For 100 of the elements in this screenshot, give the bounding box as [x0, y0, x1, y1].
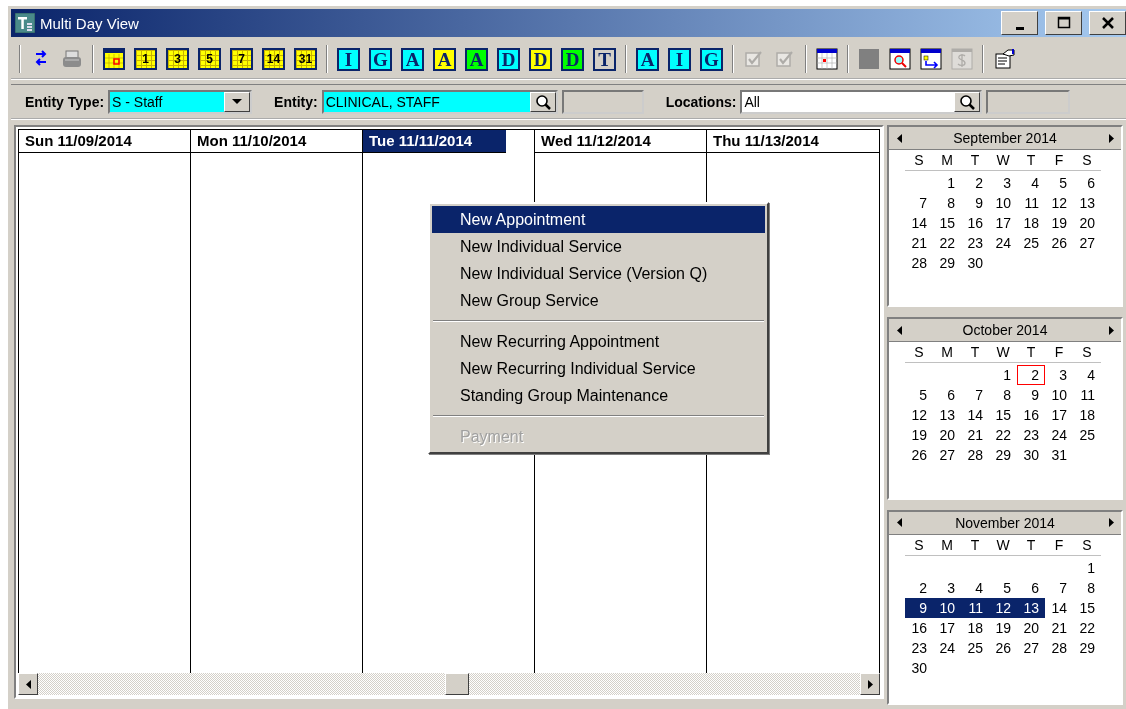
- menu-item[interactable]: New Recurring Appointment: [432, 328, 765, 355]
- calendar-day[interactable]: 15: [989, 405, 1017, 426]
- calendar-day[interactable]: 25: [1073, 425, 1101, 446]
- calendar-day[interactable]: 23: [905, 637, 933, 658]
- day-range-button[interactable]: 5: [198, 48, 221, 70]
- calendar-day[interactable]: 19: [905, 425, 933, 446]
- calendar-day[interactable]: 30: [905, 657, 933, 678]
- calendar-day[interactable]: 10: [989, 193, 1017, 213]
- calendar-day[interactable]: 5: [905, 385, 933, 406]
- calendar-day[interactable]: 14: [905, 213, 933, 233]
- calendar-day[interactable]: 4: [1073, 365, 1101, 386]
- calendar-day[interactable]: 27: [1017, 637, 1045, 658]
- day-range-button[interactable]: 7: [230, 48, 253, 70]
- calendar-day[interactable]: 29: [933, 253, 961, 273]
- calendar-day[interactable]: 18: [1073, 405, 1101, 426]
- calendar-day[interactable]: 22: [989, 425, 1017, 446]
- calendar-day[interactable]: 18: [1017, 213, 1045, 233]
- calendar-day[interactable]: 8: [989, 385, 1017, 406]
- calendar-day[interactable]: 21: [905, 233, 933, 253]
- calendar-day[interactable]: 9: [961, 193, 989, 213]
- calendar-day[interactable]: 20: [1073, 213, 1101, 233]
- calendar-day[interactable]: 24: [1045, 425, 1073, 446]
- calendar-day[interactable]: 3: [1045, 365, 1073, 386]
- calendar-day[interactable]: 3: [933, 577, 961, 598]
- letter-button[interactable]: D: [561, 47, 584, 71]
- calendar-button[interactable]: [816, 48, 838, 70]
- calendar-day[interactable]: 15: [933, 213, 961, 233]
- calendar-day[interactable]: 8: [933, 193, 961, 213]
- calendar-day[interactable]: 19: [1045, 213, 1073, 233]
- calendar-day[interactable]: 6: [1017, 577, 1045, 598]
- calendar-day[interactable]: 21: [961, 425, 989, 446]
- calendar-day[interactable]: 18: [961, 617, 989, 638]
- calendar-day[interactable]: 27: [1073, 233, 1101, 253]
- letter-button[interactable]: D: [497, 47, 520, 71]
- calendar-day[interactable]: 22: [1073, 617, 1101, 638]
- calendar-day[interactable]: 2: [961, 173, 989, 193]
- menu-item[interactable]: New Individual Service (Version Q): [432, 260, 765, 287]
- calendar-day[interactable]: 7: [1045, 577, 1073, 598]
- search-button[interactable]: [529, 91, 556, 112]
- calendar-arrow-button[interactable]: [920, 48, 942, 70]
- calendar-day[interactable]: 28: [1045, 637, 1073, 658]
- menu-item[interactable]: Standing Group Maintenance: [432, 382, 765, 409]
- calendar-search-button[interactable]: [889, 48, 911, 70]
- calendar-day[interactable]: 6: [933, 385, 961, 406]
- calendar-day[interactable]: 7: [961, 385, 989, 406]
- calendar-day[interactable]: 26: [1045, 233, 1073, 253]
- calendar-day[interactable]: 9: [1017, 385, 1045, 406]
- calendar-day[interactable]: 17: [1045, 405, 1073, 426]
- calendar-day[interactable]: 30: [1017, 445, 1045, 466]
- calendar-day[interactable]: 11: [1017, 193, 1045, 213]
- letter-button[interactable]: A: [433, 47, 456, 71]
- calendar-day[interactable]: 23: [1017, 425, 1045, 446]
- calendar-day[interactable]: 14: [1045, 597, 1073, 618]
- calendar-day[interactable]: 13: [1073, 193, 1101, 213]
- calendar-day[interactable]: 11: [1073, 385, 1101, 406]
- day-column-header[interactable]: Tue 11/11/2014: [363, 130, 506, 153]
- calendar-day[interactable]: 16: [1017, 405, 1045, 426]
- day-column-header[interactable]: Thu 11/13/2014: [707, 130, 879, 153]
- calendar-day[interactable]: 25: [961, 637, 989, 658]
- properties-button[interactable]: [993, 48, 1015, 70]
- calendar-day[interactable]: 29: [989, 445, 1017, 466]
- calendar-day[interactable]: 1: [989, 365, 1017, 386]
- calendar-day[interactable]: 4: [961, 577, 989, 598]
- calendar-day[interactable]: 20: [933, 425, 961, 446]
- day-range-button[interactable]: 3: [166, 48, 189, 70]
- lookup-field[interactable]: CLINICAL, STAFF: [321, 89, 558, 114]
- calendar-day[interactable]: 12: [905, 405, 933, 426]
- letter-button[interactable]: A: [401, 47, 424, 71]
- day-column-header[interactable]: Mon 11/10/2014: [191, 130, 362, 153]
- lookup-field[interactable]: All: [740, 89, 983, 114]
- day-range-button[interactable]: 1: [134, 48, 157, 70]
- calendar-day[interactable]: 16: [905, 617, 933, 638]
- calendar-day[interactable]: 26: [989, 637, 1017, 658]
- calendar-day[interactable]: 13: [933, 405, 961, 426]
- calendar-day[interactable]: 22: [933, 233, 961, 253]
- horizontal-scrollbar[interactable]: [18, 673, 880, 695]
- menu-item[interactable]: New Recurring Individual Service: [432, 355, 765, 382]
- calendar-day[interactable]: 24: [989, 233, 1017, 253]
- calendar-day[interactable]: 17: [933, 617, 961, 638]
- calendar-day[interactable]: 23: [961, 233, 989, 253]
- day-range-button[interactable]: 31: [294, 48, 317, 70]
- calendar-day[interactable]: 21: [1045, 617, 1073, 638]
- letter-button[interactable]: I: [668, 47, 691, 71]
- minimize-button[interactable]: [1001, 11, 1038, 35]
- letter-button[interactable]: T: [593, 47, 616, 71]
- day-column-header[interactable]: Sun 11/09/2014: [19, 130, 190, 153]
- letter-button[interactable]: G: [369, 47, 392, 71]
- calendar-day[interactable]: 24: [933, 637, 961, 658]
- scroll-left-button[interactable]: [18, 673, 38, 695]
- calendar-day[interactable]: 4: [1017, 173, 1045, 193]
- calendar-day[interactable]: 5: [1045, 173, 1073, 193]
- calendar-day[interactable]: 31: [1045, 445, 1073, 466]
- scroll-thumb[interactable]: [445, 673, 469, 695]
- letter-button[interactable]: D: [529, 47, 552, 71]
- calendar-day[interactable]: 2: [1017, 365, 1045, 386]
- square-button[interactable]: [858, 48, 880, 70]
- dropdown-button[interactable]: [224, 91, 251, 112]
- calendar-day[interactable]: 7: [905, 193, 933, 213]
- menu-item[interactable]: New Appointment: [432, 206, 765, 233]
- calendar-day[interactable]: 16: [961, 213, 989, 233]
